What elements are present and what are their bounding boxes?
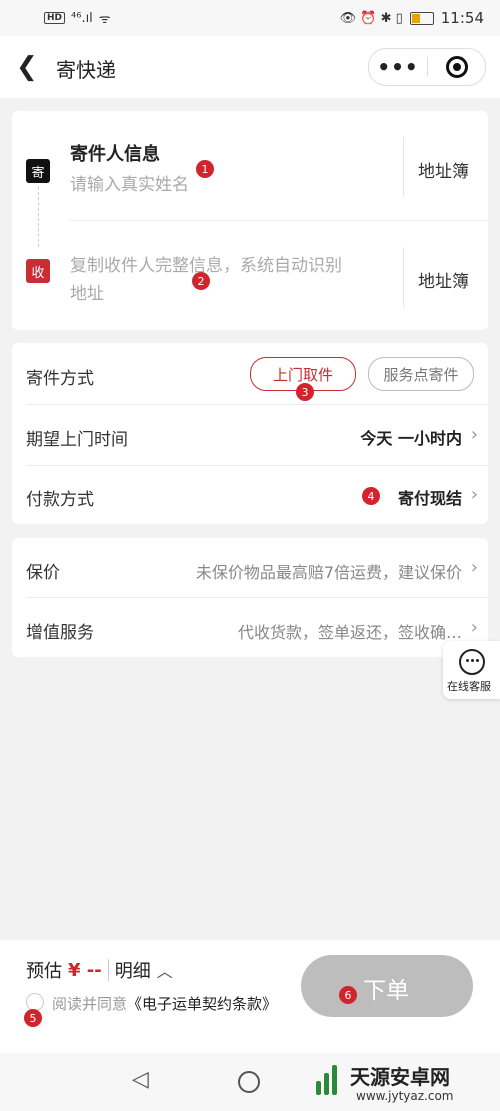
shipping-options-card: 寄件方式 上门取件 3 服务点寄件 期望上门时间 今天 一小时内 › 付款方式 … [12,343,488,524]
sender-badge: 寄 [26,159,50,183]
watermark-logo-icon [316,1065,337,1095]
step-marker-3: 3 [296,383,314,401]
submit-label: 下单 [363,978,409,1004]
hd-icon: HD [44,12,66,24]
nav-bar: ❮ 寄快递 ••• [0,36,500,98]
insurance-row[interactable]: 保价 未保价物品最高赔7倍运费，建议保价 › [12,538,488,597]
sender-address-book[interactable]: 地址簿 [418,157,469,182]
pickup-time-label: 期望上门时间 [26,430,128,450]
watermark-url: www.jytyaz.com [356,1089,454,1103]
connector-line [38,187,39,247]
addons-row[interactable]: 增值服务 代收货款，签单返还，签收确… › [12,598,488,657]
status-bar: HD ⁴⁶.ıl ᯤ 👁 ⏰ ✱ ▯ 11:54 [0,0,500,36]
back-icon[interactable]: ❮ [16,52,38,82]
wifi-icon: ᯤ [98,12,111,27]
insurance-label: 保价 [26,563,60,583]
battery-icon [409,11,434,25]
headset-icon [459,649,485,675]
payment-row[interactable]: 付款方式 4 寄付现结 › [12,466,488,524]
addons-value: 代收货款，签单返还，签收确… [237,623,462,642]
step-marker-1: 1 [196,160,214,178]
pickup-time-value: 今天 一小时内 [360,429,462,448]
chevron-right-icon: › [470,484,478,505]
system-nav-bar: ◁ 天源安卓网 www.jytyaz.com [0,1053,500,1111]
chevron-up-icon[interactable]: ︿ [157,958,173,982]
status-icons: 👁 ⏰ ✱ ▯ [339,10,403,26]
signal-icon: ⁴⁶.ıl [71,10,93,26]
miniprogram-capsule: ••• [368,48,486,86]
receiver-paste-input[interactable]: 复制收件人完整信息，系统自动识别 [70,251,342,276]
step-marker-2: 2 [192,272,210,290]
terms-link[interactable]: 《电子运单契约条款》 [127,995,277,1013]
insurance-hint: 未保价物品最高赔7倍运费，建议保价 [195,563,462,582]
close-target-icon[interactable] [428,56,485,78]
sender-name-input[interactable]: 请输入真实姓名 [70,170,189,195]
service-point-option[interactable]: 服务点寄件 [368,357,474,391]
value-added-card: 保价 未保价物品最高赔7倍运费，建议保价 › 增值服务 代收货款，签单返还，签收… [12,538,488,657]
clock: 11:54 [440,9,484,27]
pickup-time-row[interactable]: 期望上门时间 今天 一小时内 › [12,405,488,465]
payment-label: 付款方式 [26,490,94,510]
address-card: 寄 寄件人信息 请输入真实姓名 1 地址簿 收 复制收件人完整信息，系统自动识别… [12,111,488,330]
online-service-label: 在线客服 [447,680,491,693]
sender-title: 寄件人信息 [70,144,160,165]
more-icon[interactable]: ••• [369,55,427,79]
receiver-address-book[interactable]: 地址簿 [418,267,469,292]
agree-text: 阅读并同意《电子运单契约条款》 [52,995,278,1013]
online-service-button[interactable]: 在线客服 [443,641,500,699]
step-marker-4: 4 [362,487,380,505]
order-bar: 预估 ¥ -- 明细 ︿ 阅读并同意《电子运单契约条款》 5 6 下单 [0,940,500,1053]
step-marker-5: 5 [24,1009,42,1027]
watermark-brand: 天源安卓网 [350,1065,450,1089]
chevron-right-icon: › [470,424,478,445]
method-label: 寄件方式 [26,369,94,389]
submit-order-button[interactable]: 6 下单 [301,955,473,1017]
estimate-price: ¥ -- [68,959,102,981]
chevron-right-icon: › [470,557,478,578]
receiver-paste-input-line2[interactable]: 地址 [70,279,104,304]
price-estimate: 预估 ¥ -- 明细 ︿ [26,957,173,983]
chevron-right-icon: › [470,617,478,638]
page-title: 寄快递 [56,58,116,82]
payment-value: 寄付现结 [397,489,462,508]
receiver-badge: 收 [26,259,50,283]
home-circle-icon[interactable] [238,1071,260,1093]
addons-label: 增值服务 [26,623,94,643]
estimate-label: 预估 [26,961,62,982]
back-triangle-icon[interactable]: ◁ [132,1067,149,1092]
step-marker-6: 6 [339,986,357,1004]
detail-toggle[interactable]: 明细 [115,957,151,983]
